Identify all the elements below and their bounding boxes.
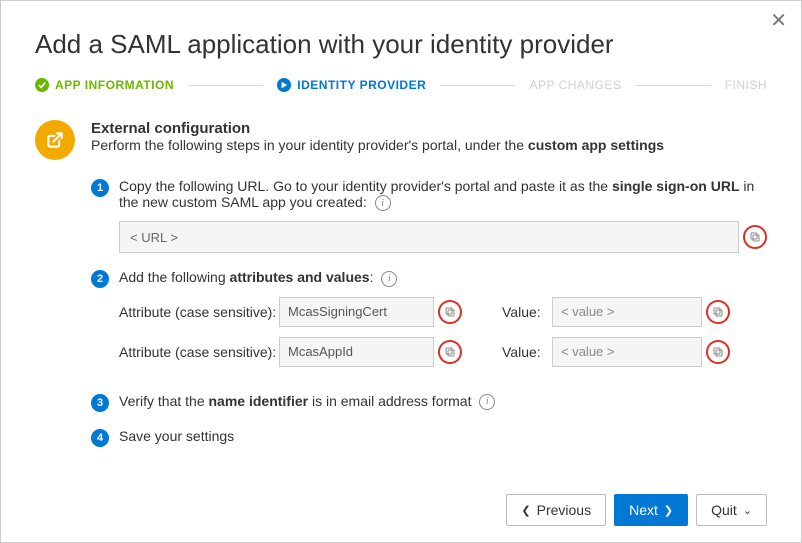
instruction-steps: 1 Copy the following URL. Go to your ide… (91, 178, 767, 447)
step-number-badge: 4 (91, 429, 109, 447)
step-identity-provider[interactable]: IDENTITY PROVIDER (277, 78, 426, 92)
attribute-label: Attribute (case sensitive): (119, 344, 279, 360)
attribute-label: Attribute (case sensitive): (119, 304, 279, 320)
section-title: External configuration (91, 120, 664, 137)
step1-text-pre: Copy the following URL. Go to your ident… (119, 178, 612, 194)
attribute-name-input[interactable] (279, 337, 434, 367)
value-label: Value: (502, 304, 552, 320)
copy-attribute-button[interactable] (438, 300, 462, 324)
wizard-footer: ❮ Previous Next ❯ Quit ⌄ (506, 494, 767, 526)
button-label: Quit (711, 502, 737, 518)
step-number-badge: 1 (91, 179, 109, 197)
external-config-section: External configuration Perform the follo… (35, 120, 767, 160)
step-separator (635, 85, 710, 86)
step-number-badge: 2 (91, 270, 109, 288)
step4-text: Save your settings (119, 428, 234, 444)
step-label: IDENTITY PROVIDER (297, 78, 426, 92)
attribute-row: Attribute (case sensitive): Value: (119, 297, 767, 327)
step-finish: FINISH (725, 78, 767, 92)
saml-wizard-dialog: ✕ Add a SAML application with your ident… (0, 0, 802, 543)
external-link-icon (35, 120, 75, 160)
section-text: External configuration Perform the follo… (91, 120, 664, 153)
step1-text-bold: single sign-on URL (612, 178, 740, 194)
section-description: Perform the following steps in your iden… (91, 137, 664, 153)
step-app-information[interactable]: APP INFORMATION (35, 78, 174, 92)
step2-text-bold: attributes and values (230, 269, 370, 285)
step-label: APP INFORMATION (55, 78, 174, 92)
step2-text-pre: Add the following (119, 269, 230, 285)
copy-value-button[interactable] (706, 340, 730, 364)
instruction-step-2: 2 Add the following attributes and value… (91, 269, 767, 376)
play-icon (277, 78, 291, 92)
step3-text-pre: Verify that the (119, 393, 209, 409)
info-icon[interactable]: i (375, 195, 391, 211)
step3-text-post: is in email address format (308, 393, 471, 409)
button-label: Previous (537, 502, 591, 518)
instruction-step-4: 4 Save your settings (91, 428, 767, 447)
chevron-right-icon: ❯ (664, 504, 673, 517)
next-button[interactable]: Next ❯ (614, 494, 688, 526)
dialog-title: Add a SAML application with your identit… (35, 29, 767, 60)
info-icon[interactable]: i (381, 271, 397, 287)
info-icon[interactable]: i (479, 394, 495, 410)
step-number-badge: 3 (91, 394, 109, 412)
chevron-left-icon: ❮ (521, 504, 530, 517)
step2-text-post: : (370, 269, 374, 285)
step3-text-bold: name identifier (209, 393, 309, 409)
attribute-value-input[interactable] (552, 297, 702, 327)
checkmark-icon (35, 78, 49, 92)
quit-button[interactable]: Quit ⌄ (696, 494, 767, 526)
button-label: Next (629, 502, 658, 518)
wizard-stepper: APP INFORMATION IDENTITY PROVIDER APP CH… (35, 78, 767, 92)
copy-attribute-button[interactable] (438, 340, 462, 364)
value-label: Value: (502, 344, 552, 360)
step-app-changes: APP CHANGES (529, 78, 621, 92)
step-label: APP CHANGES (529, 78, 621, 92)
attribute-row: Attribute (case sensitive): Value: (119, 337, 767, 367)
copy-url-button[interactable] (743, 225, 767, 249)
step-separator (440, 85, 515, 86)
close-icon[interactable]: ✕ (770, 11, 787, 31)
step-separator (188, 85, 263, 86)
attribute-value-input[interactable] (552, 337, 702, 367)
chevron-down-icon: ⌄ (743, 504, 752, 517)
sso-url-input[interactable] (119, 221, 739, 253)
previous-button[interactable]: ❮ Previous (506, 494, 606, 526)
attribute-name-input[interactable] (279, 297, 434, 327)
instruction-step-1: 1 Copy the following URL. Go to your ide… (91, 178, 767, 253)
instruction-step-3: 3 Verify that the name identifier is in … (91, 393, 767, 412)
step-label: FINISH (725, 78, 767, 92)
copy-value-button[interactable] (706, 300, 730, 324)
